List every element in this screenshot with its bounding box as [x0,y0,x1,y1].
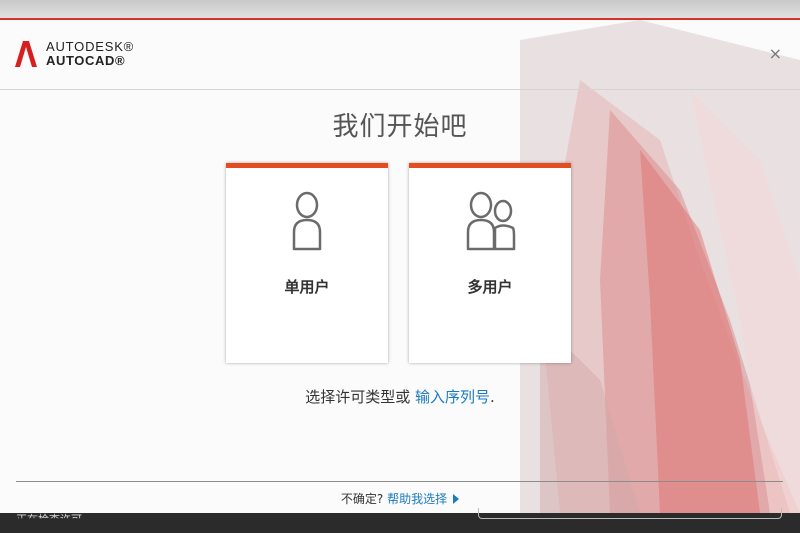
single-user-icon [292,191,322,251]
enter-serial-number-link[interactable]: 输入序列号 [415,388,490,406]
single-user-card[interactable]: 单用户 [226,163,388,363]
multi-user-card[interactable]: 多用户 [409,163,571,363]
multi-user-icon [466,191,516,251]
license-check-status: 正在检查许可... [16,513,93,526]
background-artwork [520,20,800,513]
installer-screen: AUTODESK® AUTOCAD® × 我们开始吧 单用户 多用户 选择许可类… [0,0,800,533]
page-title: 我们开始吧 [332,112,468,142]
help-me-choose-label: 帮助我选择 [387,492,448,506]
brand-name: AUTODESK® [46,39,135,54]
autocad-a-icon [15,41,37,67]
footer-divider [16,481,783,482]
header-divider [0,89,800,90]
close-button[interactable]: × [769,44,782,63]
footer: 不确定? 帮助我选择 [0,490,800,507]
help-me-choose-link[interactable]: 帮助我选择 [387,492,460,506]
license-prompt: 选择许可类型或 输入序列号. [0,386,800,407]
license-dialog: AUTODESK® AUTOCAD® × 我们开始吧 单用户 多用户 选择许可类… [0,18,800,513]
multi-user-label: 多用户 [467,278,513,296]
product-name: AUTOCAD® [46,53,126,68]
status-field [478,508,782,519]
logo-wordmark: AUTODESK® AUTOCAD® [46,40,134,68]
play-arrow-icon [453,494,460,504]
not-sure-text: 不确定? [340,492,388,506]
single-user-label: 单用户 [284,278,330,296]
prompt-period: . [490,388,495,406]
autodesk-logo: AUTODESK® AUTOCAD® [14,40,134,68]
prompt-text: 选择许可类型或 [305,388,415,406]
window-backdrop [0,0,800,20]
